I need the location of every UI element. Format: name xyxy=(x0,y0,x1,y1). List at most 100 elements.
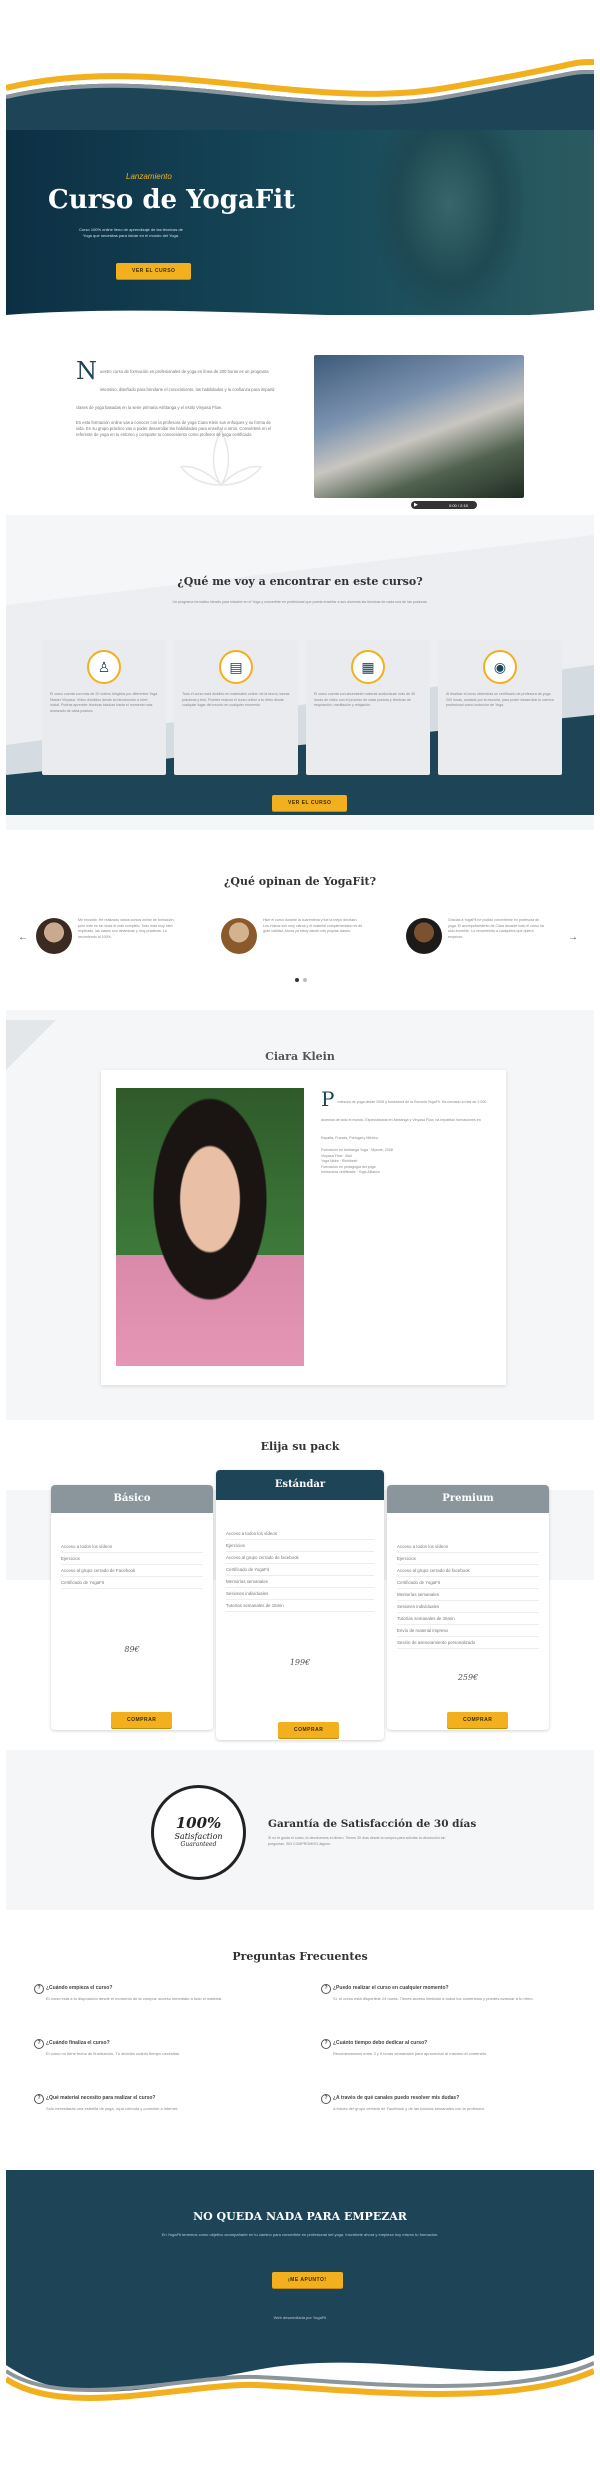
faq-item[interactable]: ¿Puedo realizar el curso en cualquier mo… xyxy=(321,1984,566,2002)
guarantee-section: 100% Satisfaction Guaranteed Garantía de… xyxy=(6,1770,594,1910)
faq-question[interactable]: ¿Puedo realizar el curso en cualquier mo… xyxy=(321,1984,566,1994)
hero-subtitle: Curso 100% online lleno de aprendizaje d… xyxy=(79,227,183,238)
person-icon: ♙ xyxy=(87,650,121,684)
footer-credit: Web desarrollada por YogaFit xyxy=(273,2315,327,2320)
faq-item[interactable]: ¿A través de qué canales puedo resolver … xyxy=(321,2094,566,2112)
learn-card-text: El curso cuenta con abundante material a… xyxy=(314,692,416,707)
intro-text: N uestro curso de formación en profesion… xyxy=(76,357,276,438)
intro-paragraph-1: uestro curso de formación en profesional… xyxy=(76,369,275,410)
learn-title: ¿Qué me voy a encontrar en este curso? xyxy=(177,575,423,588)
hero-bottom-wave xyxy=(6,310,594,330)
carousel-dot[interactable] xyxy=(303,978,307,982)
learn-card-text: El curso cuenta con más de 20 vídeos dir… xyxy=(50,692,158,713)
arrow-left-icon[interactable]: ← xyxy=(18,932,28,943)
hero-title: Curso de YogaFit xyxy=(48,185,296,215)
teacher-dropcap: P xyxy=(321,1087,335,1111)
faq-answer: A través del grupo cerrado de Facebook y… xyxy=(333,2106,485,2111)
hero-kicker: Lanzamiento xyxy=(126,172,172,181)
hero-cta-button[interactable]: VER EL CURSO xyxy=(116,263,192,279)
guarantee-title: Garantía de Satisfacción de 30 días xyxy=(268,1818,477,1830)
faq-title: Preguntas Frecuentes xyxy=(232,1950,368,1963)
plan-basic-title: Básico xyxy=(51,1485,213,1513)
teacher-bio-text: rofesora de yoga desde 2006 y fundadora … xyxy=(321,1100,487,1140)
testimonial-avatar-1 xyxy=(36,918,72,954)
plan-premium: Premium Acceso a todos los vídeos Ejercic… xyxy=(387,1485,549,1730)
faq-question[interactable]: ¿Cuándo empieza el curso? xyxy=(34,1984,279,1994)
plan-feature: Tutorías semanales de 15min xyxy=(397,1613,539,1625)
testimonial-avatar-2 xyxy=(221,918,257,954)
badge-percent: 100% xyxy=(175,1814,222,1832)
faq-question[interactable]: ¿A través de qué canales puedo resolver … xyxy=(321,2094,566,2104)
video-controls[interactable]: ▶ 0:00 / 2:15 xyxy=(411,501,477,509)
plan-standard-features: Acceso a todos los vídeos Ejercicios Acces… xyxy=(216,1520,384,1620)
faq-answer: Solo necesitarás una esterilla de yoga, … xyxy=(46,2106,179,2111)
plan-feature: Ejercicios xyxy=(226,1540,374,1552)
teacher-photo xyxy=(116,1088,304,1366)
plan-feature: Sesiones individuales xyxy=(397,1601,539,1613)
plan-standard-price: 199€ xyxy=(289,1658,311,1667)
testimonial-avatar-3 xyxy=(406,918,442,954)
faq-answer: El curso está a tu disposición desde el … xyxy=(46,1996,223,2001)
learn-card: ♙ El curso cuenta con más de 20 vídeos di… xyxy=(42,640,166,775)
plan-premium-title: Premium xyxy=(387,1485,549,1513)
plan-feature: Acceso al grupo cerrado de facebook xyxy=(226,1552,374,1564)
plan-basic-features: Acceso a todos los vídeos Ejercicios Acces… xyxy=(51,1533,213,1597)
plan-basic-price: 89€ xyxy=(124,1645,140,1654)
teacher-credential: Instructora certificada · Yoga Alliance xyxy=(321,1170,380,1174)
bottom-wave-decoration xyxy=(6,2335,594,2467)
plan-feature: Certificado de YogaFit xyxy=(226,1564,374,1576)
testimonial-text-1: Me encantó. He realizado varios cursos o… xyxy=(78,918,175,939)
faq-answer: Recomendamos entre 3 y 5 horas semanales… xyxy=(333,2051,488,2056)
plan-basic-buy-button[interactable]: COMPRAR xyxy=(111,1712,173,1728)
plan-feature: Acceso al grupo cerrado de facebook xyxy=(397,1565,539,1577)
plan-feature: Certificado de YogaFit xyxy=(397,1577,539,1589)
plan-feature: Acceso a todos los vídeos xyxy=(397,1541,539,1553)
hero-banner: Lanzamiento Curso de YogaFit Curso 100% … xyxy=(6,130,594,315)
faq-section: Preguntas Frecuentes ¿Cuándo empieza el … xyxy=(6,1910,594,2170)
plan-premium-buy-button[interactable]: COMPRAR xyxy=(447,1712,509,1728)
intro-video[interactable] xyxy=(314,355,524,498)
plan-feature: Sesiones individuales xyxy=(226,1588,374,1600)
faq-question[interactable]: ¿Cuánto tiempo debo dedicar al curso? xyxy=(321,2039,566,2049)
final-title: NO QUEDA NADA PARA EMPEZAR xyxy=(193,2210,407,2223)
buddha-statue-image xyxy=(374,130,524,315)
plan-feature: Acceso a todos los vídeos xyxy=(61,1541,203,1553)
chart-icon: ▦ xyxy=(351,650,385,684)
plan-premium-price: 259€ xyxy=(457,1673,479,1682)
learn-card: ◉ Al finalizar el curso obtendrás un cert… xyxy=(438,640,562,775)
guarantee-text: Si no te gusta el curso, te devolvemos e… xyxy=(268,1836,446,1846)
top-wave-decoration xyxy=(6,0,594,130)
faq-question[interactable]: ¿Cuándo finaliza el curso? xyxy=(34,2039,279,2049)
play-icon[interactable]: ▶ xyxy=(414,502,418,508)
testimonial-text-2: Hice el curso durante la cuarentena y fu… xyxy=(263,918,363,933)
learn-intro: Un programa formativo ideado para inicia… xyxy=(172,600,428,604)
plan-feature: Tutorías semanales de 15min xyxy=(226,1600,374,1612)
teacher-card: P rofesora de yoga desde 2006 y fundador… xyxy=(101,1070,506,1385)
testimonials-section: ¿Qué opinan de YogaFit? ← → Me encantó. … xyxy=(6,830,594,1010)
faq-item[interactable]: ¿Qué material necesito para realizar el … xyxy=(34,2094,279,2112)
arrow-right-icon[interactable]: → xyxy=(568,932,578,943)
badge-line-2: Guaranteed xyxy=(180,1841,217,1848)
intro-dropcap: N xyxy=(76,357,97,385)
final-cta-section: NO QUEDA NADA PARA EMPEZAR En YogaFit te… xyxy=(6,2170,594,2335)
plan-feature: Ejercicios xyxy=(61,1553,203,1565)
final-text: En YogaFit tenemos como objetivo acompañ… xyxy=(161,2232,439,2237)
plan-premium-features: Acceso a todos los vídeos Ejercicios Acces… xyxy=(387,1533,549,1657)
learn-cta-button[interactable]: VER EL CURSO xyxy=(272,795,348,811)
plan-standard-buy-button[interactable]: COMPRAR xyxy=(278,1722,340,1738)
faq-answer: El curso no tiene fecha de finalización.… xyxy=(46,2051,181,2056)
faq-item[interactable]: ¿Cuándo finaliza el curso? El curso no ti… xyxy=(34,2039,279,2057)
testimonial-text-3: Gracias a YogaFit he podido convertirme … xyxy=(448,918,544,939)
plan-feature: Sesión de asesoramiento personalizado xyxy=(397,1637,539,1649)
faq-item[interactable]: ¿Cuándo empieza el curso? El curso está a… xyxy=(34,1984,279,2002)
plan-feature: Acceso al grupo cerrado de Facebook xyxy=(61,1565,203,1577)
guarantee-badge-icon: 100% Satisfaction Guaranteed xyxy=(151,1785,246,1880)
faq-item[interactable]: ¿Cuánto tiempo debo dedicar al curso? Rec… xyxy=(321,2039,566,2057)
plan-feature: Ejercicios xyxy=(397,1553,539,1565)
teacher-name: Ciara Klein xyxy=(265,1050,335,1063)
faq-question[interactable]: ¿Qué material necesito para realizar el … xyxy=(34,2094,279,2104)
carousel-dot-active[interactable] xyxy=(295,978,299,982)
final-cta-button[interactable]: ¡ME APUNTO! xyxy=(272,2272,343,2288)
plan-feature: Mentorías semanales xyxy=(397,1589,539,1601)
video-time: 0:00 / 2:15 xyxy=(449,502,468,508)
